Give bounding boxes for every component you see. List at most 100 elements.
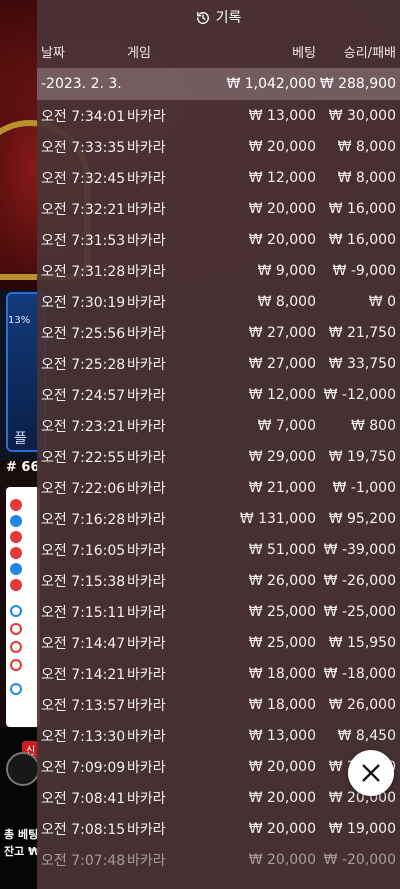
row-time: 오전 7:22:55 bbox=[41, 449, 126, 466]
history-row[interactable]: 오전 7:13:30 바카라 ₩ 13,000 ₩ 8,450 bbox=[37, 720, 400, 751]
road-dot bbox=[10, 563, 22, 575]
row-win-loss: ₩ -9,000 bbox=[332, 262, 396, 279]
row-time: 오전 7:08:41 bbox=[41, 790, 126, 807]
history-row[interactable]: 오전 7:14:47 바카라 ₩ 25,000 ₩ 15,950 bbox=[37, 627, 400, 658]
road-dot bbox=[10, 531, 22, 543]
row-time: 오전 7:32:45 bbox=[41, 170, 126, 187]
history-row[interactable]: 오전 7:07:48 바카라 ₩ 20,000 ₩ -20,000 bbox=[37, 844, 400, 875]
date-summary-row[interactable]: -2023. 2. 3. ₩ 1,042,000 ₩ 288,900 bbox=[37, 68, 400, 100]
road-dot bbox=[10, 683, 22, 695]
row-bet: ₩ 27,000 bbox=[248, 324, 316, 341]
row-bet: ₩ 13,000 bbox=[248, 727, 316, 744]
history-row[interactable]: 오전 7:09:09바카라₩ 20,000₩ 20,000 bbox=[37, 751, 400, 782]
row-time: 오전 7:14:47 bbox=[41, 635, 126, 652]
history-panel-header: 기록 bbox=[37, 0, 400, 34]
row-time: 오전 7:16:05 bbox=[41, 542, 126, 559]
history-row[interactable]: 오전 7:33:35 바카라 ₩ 20,000 ₩ 8,000 bbox=[37, 131, 400, 162]
chip-selector-button[interactable] bbox=[6, 752, 40, 786]
row-win-loss: ₩ 8,000 bbox=[337, 169, 396, 186]
row-game: 바카라 bbox=[127, 108, 166, 125]
row-bet: ₩ 20,000 bbox=[248, 138, 316, 155]
row-bet: ₩ 9,000 bbox=[257, 262, 316, 279]
bet-percent-label: 13% bbox=[8, 315, 31, 326]
row-bet: ₩ 25,000 bbox=[248, 603, 316, 620]
row-win-loss: ₩ 16,000 bbox=[328, 200, 396, 217]
row-bet: ₩ 20,000 bbox=[248, 200, 316, 217]
history-row[interactable]: 오전 7:24:57 바카라 ₩ 12,000 ₩ -12,000 bbox=[37, 379, 400, 410]
row-game: 바카라 bbox=[127, 170, 166, 187]
history-row[interactable]: 오전 7:13:57 바카라 ₩ 18,000 ₩ 26,000 bbox=[37, 689, 400, 720]
row-bet: ₩ 12,000 bbox=[248, 386, 316, 403]
history-row[interactable]: 오전 7:08:41 바카라 ₩ 20,000 ₩ 20,000 bbox=[37, 782, 400, 813]
row-bet: ₩ 29,000 bbox=[248, 448, 316, 465]
history-row[interactable]: 오전 7:30:19 바카라 ₩ 8,000 ₩ 0 bbox=[37, 286, 400, 317]
row-time: 오전 7:25:28 bbox=[41, 356, 126, 373]
history-row[interactable]: 오전 7:32:45 바카라 ₩ 12,000 ₩ 8,000 bbox=[37, 162, 400, 193]
row-win-loss: ₩ 19,000 bbox=[328, 820, 396, 837]
row-win-loss: ₩ -12,000 bbox=[323, 386, 396, 403]
row-game: 바카라 bbox=[127, 604, 166, 621]
row-win-loss: ₩ 8,000 bbox=[337, 138, 396, 155]
history-row[interactable]: 오전 7:15:11 바카라 ₩ 25,000 ₩ -25,000 bbox=[37, 596, 400, 627]
history-row[interactable]: 오전 7:34:01 바카라 ₩ 13,000 ₩ 30,000 bbox=[37, 100, 400, 131]
road-dot bbox=[10, 641, 22, 653]
row-game: 바카라 bbox=[127, 449, 166, 466]
row-time: 오전 7:15:11 bbox=[41, 604, 126, 621]
row-win-loss: ₩ -39,000 bbox=[323, 541, 396, 558]
close-icon bbox=[362, 764, 380, 782]
balance-label: 잔고 ₩ bbox=[4, 845, 41, 858]
row-win-loss: ₩ 19,750 bbox=[328, 448, 396, 465]
row-time: 오전 7:32:21 bbox=[41, 201, 126, 218]
history-row[interactable]: 오전 7:31:28 바카라 ₩ 9,000 ₩ -9,000 bbox=[37, 255, 400, 286]
row-game: 바카라 bbox=[127, 697, 166, 714]
row-game: 바카라 bbox=[127, 480, 166, 497]
row-time: 오전 7:13:57 bbox=[41, 697, 126, 714]
history-row[interactable]: 오전 7:22:06 바카라 ₩ 21,000 ₩ -1,000 bbox=[37, 472, 400, 503]
road-dot bbox=[10, 499, 22, 511]
row-bet: ₩ 20,000 bbox=[248, 758, 316, 775]
close-button[interactable] bbox=[348, 750, 394, 796]
row-win-loss: ₩ 30,000 bbox=[328, 107, 396, 124]
history-row[interactable]: 오전 7:16:28 바카라 ₩ 131,000 ₩ 95,200 bbox=[37, 503, 400, 534]
row-time: 오전 7:30:19 bbox=[41, 294, 126, 311]
row-game: 바카라 bbox=[127, 201, 166, 218]
history-row[interactable]: 오전 7:15:38 바카라 ₩ 26,000 ₩ -26,000 bbox=[37, 565, 400, 596]
row-win-loss: ₩ 21,750 bbox=[328, 324, 396, 341]
history-row[interactable]: 오전 7:31:53 바카라 ₩ 20,000 ₩ 16,000 bbox=[37, 224, 400, 255]
row-bet: ₩ 20,000 bbox=[248, 231, 316, 248]
row-bet: ₩ 27,000 bbox=[248, 355, 316, 372]
row-bet: ₩ 26,000 bbox=[248, 572, 316, 589]
row-time: 오전 7:15:38 bbox=[41, 573, 126, 590]
history-row[interactable]: 오전 7:23:21 바카라 ₩ 7,000 ₩ 800 bbox=[37, 410, 400, 441]
row-time: 오전 7:25:56 bbox=[41, 325, 126, 342]
row-win-loss: ₩ 33,750 bbox=[328, 355, 396, 372]
history-row[interactable]: 오전 7:08:15 바카라 ₩ 20,000 ₩ 19,000 bbox=[37, 813, 400, 844]
row-time: 오전 7:16:28 bbox=[41, 511, 126, 528]
history-row[interactable]: 오전 7:25:28 바카라 ₩ 27,000 ₩ 33,750 bbox=[37, 348, 400, 379]
row-time: 오전 7:24:57 bbox=[41, 387, 126, 404]
row-game: 바카라 bbox=[127, 325, 166, 342]
bet-spot-label: 플 bbox=[14, 431, 27, 447]
row-game: 바카라 bbox=[127, 573, 166, 590]
row-time: 오전 7:34:01 bbox=[41, 108, 126, 125]
history-row[interactable]: 오전 7:14:21 바카라 ₩ 18,000 ₩ -18,000 bbox=[37, 658, 400, 689]
row-game: 바카라 bbox=[127, 294, 166, 311]
column-header-win-loss: 승리/패배 bbox=[343, 45, 396, 61]
history-row[interactable]: 오전 7:22:55 바카라 ₩ 29,000 ₩ 19,750 bbox=[37, 441, 400, 472]
history-row[interactable]: 오전 7:32:21 바카라 ₩ 20,000 ₩ 16,000 bbox=[37, 193, 400, 224]
summary-win-total: ₩ 288,900 bbox=[319, 76, 396, 92]
history-row[interactable]: 오전 7:16:05 바카라 ₩ 51,000 ₩ -39,000 bbox=[37, 534, 400, 565]
total-bet-label: 총 베팅 bbox=[4, 828, 39, 841]
history-row[interactable]: 오전 7:25:56 바카라 ₩ 27,000 ₩ 21,750 bbox=[37, 317, 400, 348]
road-dot bbox=[10, 605, 22, 617]
history-rows: 오전 7:34:01 바카라 ₩ 13,000 ₩ 30,000 오전 7:33:35 바… bbox=[37, 100, 400, 875]
row-win-loss: ₩ 0 bbox=[368, 293, 396, 310]
row-time: 오전 7:08:15 bbox=[41, 821, 126, 838]
row-game: 바카라 bbox=[127, 790, 166, 807]
row-bet: ₩ 13,000 bbox=[248, 107, 316, 124]
row-game: 바카라 bbox=[127, 821, 166, 838]
row-game: 바카라 bbox=[127, 387, 166, 404]
row-win-loss: ₩ -25,000 bbox=[323, 603, 396, 620]
history-table-header: 날짜 게임 베팅 승리/패배 bbox=[37, 34, 400, 68]
row-game: 바카라 bbox=[127, 356, 166, 373]
